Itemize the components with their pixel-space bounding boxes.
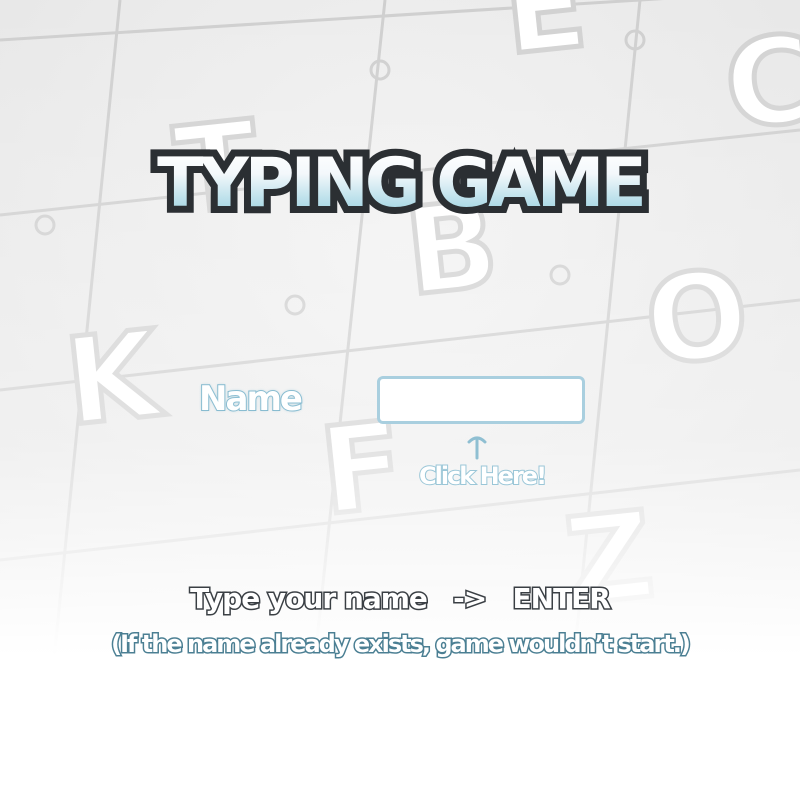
- name-input[interactable]: [377, 376, 585, 424]
- name-label: Name: [198, 378, 304, 420]
- duplicate-name-note: (If the name already exists, game wouldn…: [110, 629, 693, 660]
- instruction-arrow: ->: [452, 581, 489, 617]
- arrow-up-icon: [467, 436, 487, 460]
- game-title: TYPING GAME TYPING GAME: [0, 143, 800, 225]
- game-title-text: TYPING GAME: [0, 150, 800, 218]
- click-here-hint: Click Here!: [418, 461, 548, 491]
- instruction-type-name: Type your name: [189, 581, 430, 617]
- instruction-line: Type your name -> ENTER: [0, 581, 800, 617]
- instruction-enter: ENTER: [511, 581, 612, 617]
